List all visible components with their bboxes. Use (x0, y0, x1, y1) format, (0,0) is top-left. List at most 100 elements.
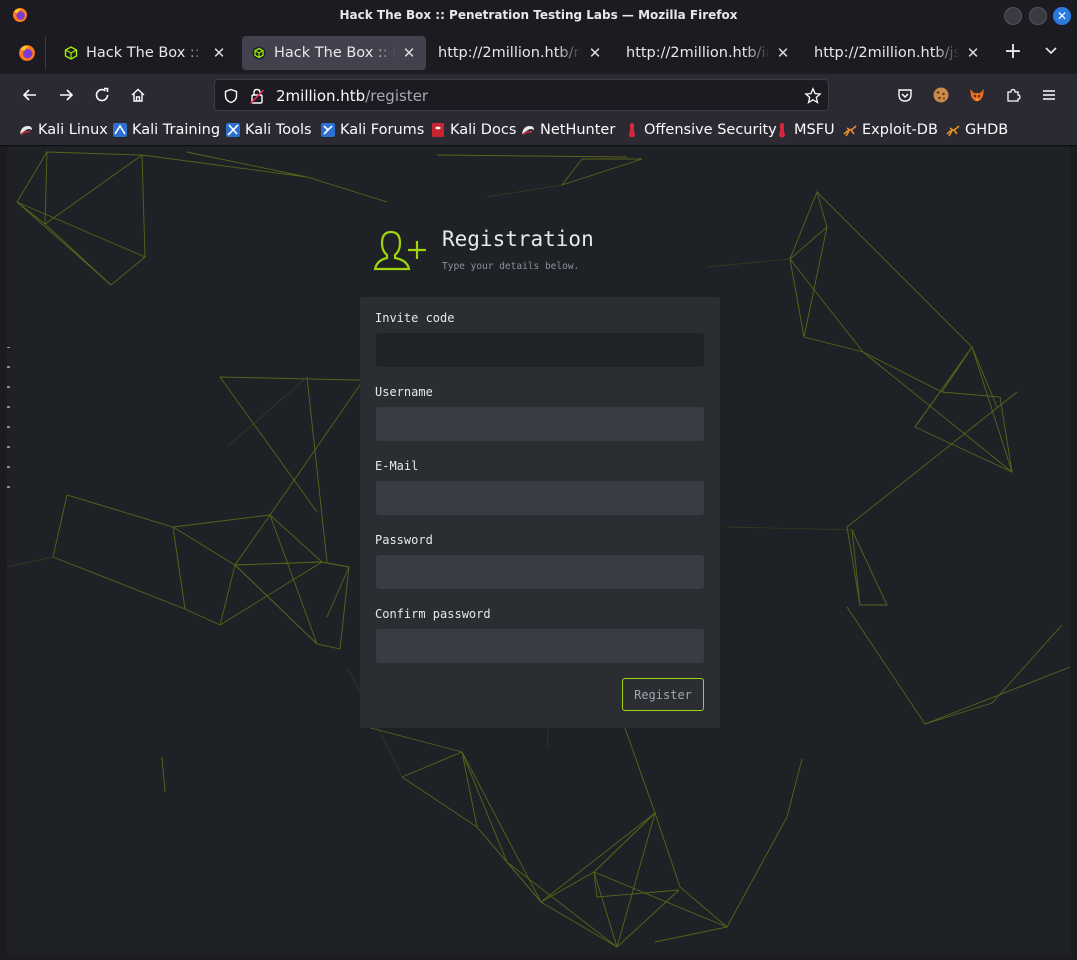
kali-dragon-icon (20, 126, 32, 136)
offsec-icon (779, 123, 785, 138)
bookmark-kali-docs[interactable]: Kali Docs (430, 122, 516, 138)
puzzle-icon (1007, 88, 1021, 102)
page-content: Registration Type your details below. In… (7, 147, 1070, 955)
extensions-button[interactable] (999, 81, 1027, 109)
insecure-lock-icon[interactable] (249, 87, 265, 105)
bookmark-label: Kali Linux (38, 122, 108, 138)
kali-docs-icon (432, 123, 444, 137)
htb-cube-icon (64, 46, 78, 60)
chevron-down-icon (1045, 47, 1057, 55)
registration-heading: Registration Type your details below. (373, 225, 673, 275)
reload-button[interactable] (88, 81, 116, 109)
tab-label: http://2million.htb/register (438, 45, 582, 61)
home-button[interactable] (124, 81, 152, 109)
tab-label: Hack The Box :: Penetration Testing Labs (86, 45, 206, 61)
tab-strip: Hack The Box :: Penetration Testing Labs… (0, 32, 1077, 74)
new-tab-button[interactable]: + (1002, 41, 1024, 64)
tab-invite-url[interactable]: http://2million.htb/invite ✕ (616, 36, 800, 70)
bookmark-label: Offensive Security (644, 122, 777, 138)
arrow-left-icon (22, 89, 36, 101)
exploit-db-icon (843, 125, 857, 137)
confirm-password-label: Confirm password (375, 607, 491, 621)
back-button[interactable] (16, 81, 44, 109)
register-button[interactable]: Register (622, 678, 704, 711)
forward-button[interactable] (52, 81, 80, 109)
htb-cube-icon (252, 46, 266, 60)
bookmark-kali-forums[interactable]: Kali Forums (320, 122, 424, 138)
shield-icon[interactable] (223, 88, 239, 104)
add-user-icon (373, 230, 426, 271)
tab-inviteapi-url[interactable]: http://2million.htb/js/inviteapi.min.js … (804, 36, 990, 70)
exploit-db-icon (946, 125, 960, 137)
edge-artifact (7, 347, 10, 488)
bookmark-star-icon[interactable] (804, 87, 822, 105)
bookmark-kali-tools[interactable]: Kali Tools (225, 122, 312, 138)
invite-code-label: Invite code (375, 311, 455, 325)
tab-close-icon[interactable]: ✕ (588, 44, 602, 62)
bookmark-exploit-db[interactable]: Exploit-DB (842, 122, 938, 138)
bookmarks-toolbar: Kali Linux Kali Training Kali Tools Kali… (0, 116, 1077, 146)
url-bar[interactable]: 2million.htb/register (214, 79, 829, 111)
tab-close-icon[interactable]: ✕ (966, 44, 980, 62)
kali-training-icon (113, 123, 127, 137)
tab-label: http://2million.htb/js/inviteapi.min.js (814, 45, 960, 61)
list-all-tabs-button[interactable] (1040, 42, 1062, 64)
pocket-button[interactable] (891, 81, 919, 109)
username-input[interactable] (376, 407, 704, 441)
bookmark-label: MSFU (794, 122, 835, 138)
offsec-icon (629, 123, 635, 138)
navigation-toolbar: 2million.htb/register (0, 74, 1077, 116)
email-input[interactable] (376, 481, 704, 515)
cookie-editor-button[interactable] (927, 81, 955, 109)
arrow-right-icon (60, 89, 74, 101)
bookmark-label: GHDB (965, 122, 1009, 138)
bookmark-nethunter[interactable]: NetHunter (520, 122, 615, 138)
email-label: E-Mail (375, 459, 419, 473)
kali-forums-icon (321, 123, 335, 137)
pocket-icon (898, 89, 912, 102)
url-host: 2million.htb (276, 87, 366, 105)
cookie-icon (933, 87, 949, 103)
window-close-button[interactable]: ✕ (1053, 7, 1071, 25)
confirm-password-input[interactable] (376, 629, 704, 663)
bookmark-label: Kali Training (132, 122, 221, 138)
password-input[interactable] (376, 555, 704, 589)
reload-icon (95, 87, 109, 102)
page-title: Registration (442, 227, 594, 251)
tab-htb-2[interactable]: Hack The Box :: Penetration Testing Labs… (242, 36, 426, 70)
minimize-button[interactable] (1004, 7, 1022, 25)
bookmark-ghdb[interactable]: GHDB (945, 122, 1008, 138)
bookmark-kali-linux[interactable]: Kali Linux (18, 122, 108, 138)
tab-close-icon[interactable]: ✕ (212, 44, 226, 62)
tab-register-url[interactable]: http://2million.htb/register ✕ (428, 36, 612, 70)
tab-htb-1[interactable]: Hack The Box :: Penetration Testing Labs… (54, 36, 236, 70)
window-title: Hack The Box :: Penetration Testing Labs… (339, 8, 738, 22)
password-label: Password (375, 533, 433, 547)
page-subtitle: Type your details below. (442, 261, 580, 272)
bookmark-label: Exploit-DB (862, 122, 938, 138)
bookmark-offensive-security[interactable]: Offensive Security (624, 122, 777, 138)
bookmark-label: Kali Forums (340, 122, 425, 138)
firefox-view-button[interactable] (8, 36, 46, 70)
firefox-window: Hack The Box :: Penetration Testing Labs… (0, 0, 1077, 960)
tab-label: http://2million.htb/invite (626, 45, 770, 61)
firefox-icon (18, 45, 35, 61)
foxyproxy-button[interactable] (963, 81, 991, 109)
url-text[interactable]: 2million.htb/register (276, 87, 428, 105)
maximize-button[interactable] (1029, 7, 1047, 25)
fox-icon (970, 89, 984, 102)
app-menu-button[interactable] (1035, 81, 1063, 109)
username-label: Username (375, 385, 433, 399)
tab-label: Hack The Box :: Penetration Testing Labs (274, 45, 396, 61)
invite-code-input[interactable] (376, 333, 704, 367)
kali-dragon-icon (522, 126, 534, 136)
bookmark-label: Kali Docs (450, 122, 517, 138)
bookmark-kali-training[interactable]: Kali Training (112, 122, 220, 138)
home-icon (131, 88, 145, 102)
tab-close-icon[interactable]: ✕ (402, 44, 416, 62)
bookmark-label: NetHunter (540, 122, 616, 138)
tab-close-icon[interactable]: ✕ (776, 44, 790, 62)
bookmark-msfu[interactable]: MSFU (774, 122, 835, 138)
bookmark-label: Kali Tools (245, 122, 312, 138)
hamburger-menu-icon (1043, 90, 1055, 100)
